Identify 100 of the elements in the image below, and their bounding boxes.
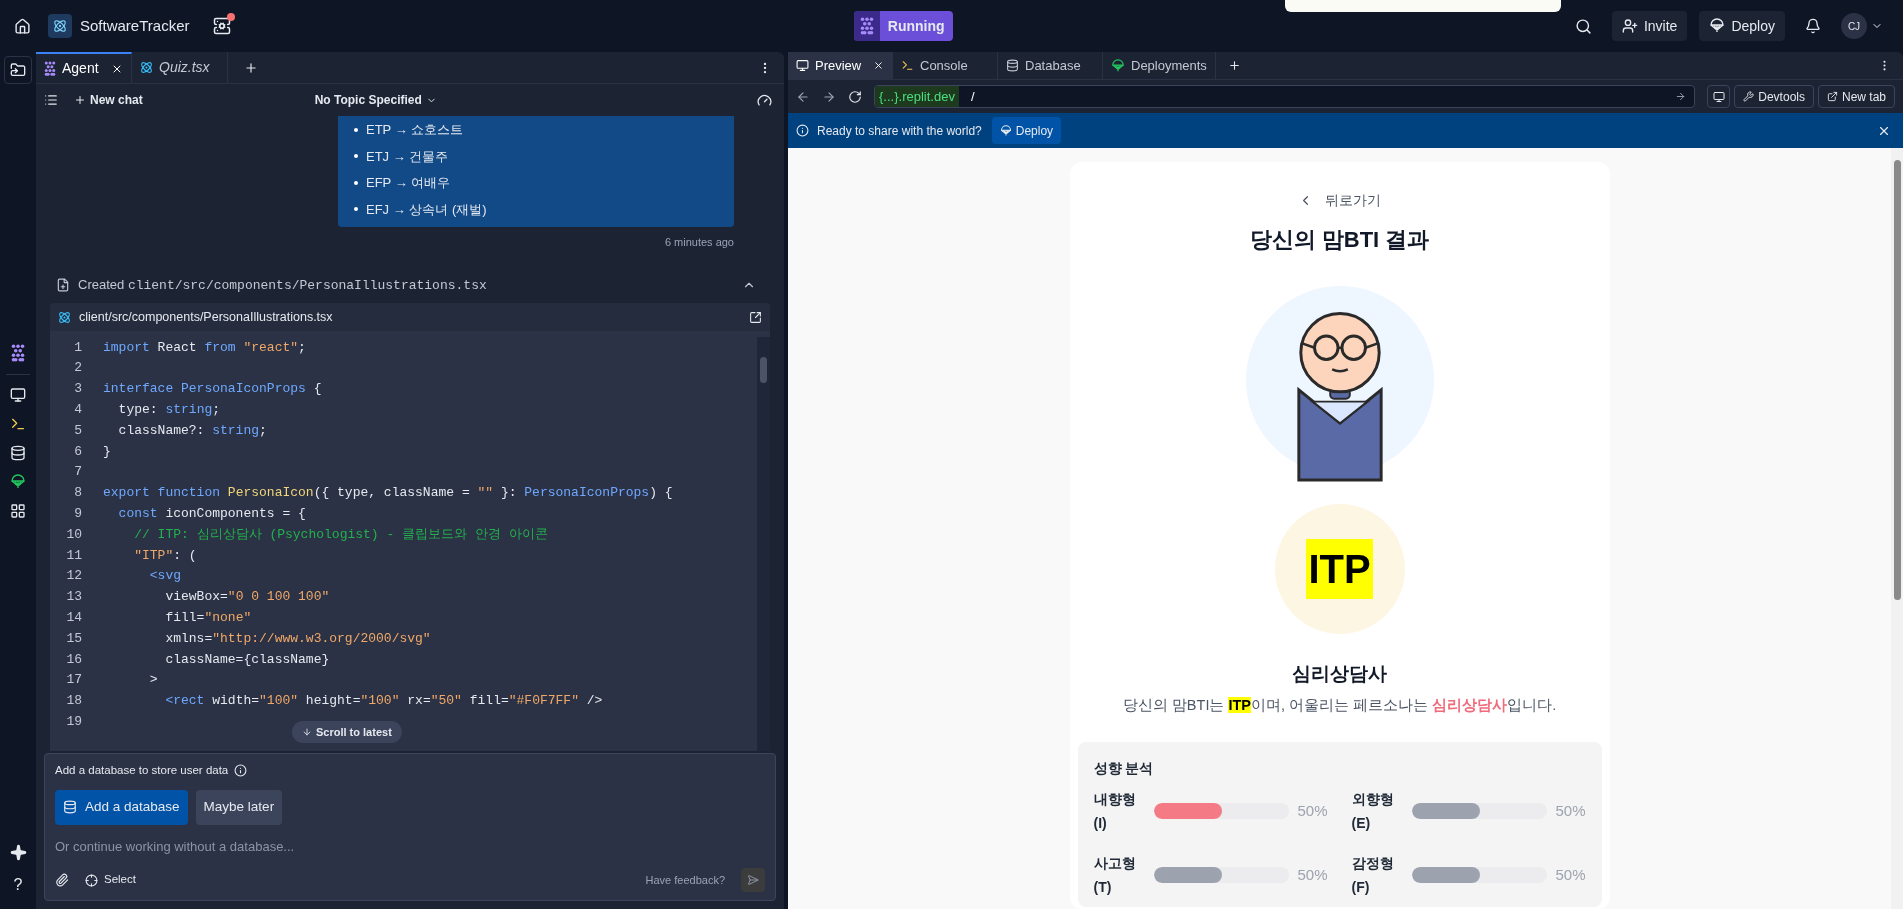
bullet-icon [354, 154, 358, 159]
sparkle-icon[interactable] [9, 844, 27, 861]
feedback-link[interactable]: Have feedback? [645, 871, 725, 889]
bullet-icon [354, 180, 358, 185]
database-icon [1006, 59, 1019, 72]
result-title: 당신의 맘BTI 결과 [1249, 226, 1430, 254]
send-icon [747, 874, 759, 886]
avatar[interactable]: CJ [1841, 13, 1867, 39]
chat-input[interactable]: Or continue working without a database... [55, 836, 765, 856]
maybe-later-button[interactable]: Maybe later [195, 789, 283, 825]
add-tab-icon[interactable] [244, 60, 258, 75]
add-database-button[interactable]: Add a database [55, 789, 188, 825]
editor-tab[interactable]: Agent [36, 52, 132, 83]
new-chat-button[interactable]: New chat [74, 91, 143, 109]
code-line: <rect width="100" height="100" rx="50" fill="#F0F7FF" /> [164, 692, 603, 711]
bullet-icon [354, 127, 358, 132]
atom-icon [140, 61, 153, 74]
parachute-icon [1111, 58, 1125, 73]
user-plus-icon [1621, 18, 1638, 34]
parachute-icon [10, 474, 26, 490]
devtools-button[interactable]: Devtools [1734, 85, 1814, 108]
banner-deploy-button[interactable]: Deploy [991, 117, 1062, 144]
gauge-icon[interactable] [757, 92, 772, 108]
server-icon[interactable] [213, 17, 232, 35]
back-link[interactable]: 뒤로가기 [1298, 190, 1381, 211]
code-line: className={className} [164, 650, 330, 669]
trait-percent: 50% [1555, 865, 1586, 885]
code-line: fill="none" [164, 609, 252, 627]
back-icon[interactable] [796, 89, 810, 104]
forward-icon[interactable] [822, 89, 836, 104]
code-line: <svg [148, 567, 181, 586]
type-code: ITP [1306, 539, 1373, 599]
open-external-icon[interactable] [749, 310, 762, 324]
files-button[interactable] [4, 56, 32, 84]
code-line: "ITP": ( [133, 546, 197, 565]
external-link-icon [1826, 91, 1838, 102]
device-button[interactable] [1707, 85, 1731, 108]
send-button[interactable] [741, 868, 765, 892]
line-number: 19 [65, 713, 83, 731]
close-icon[interactable] [873, 60, 884, 71]
line-number: 12 [65, 567, 83, 586]
line-number: 6 [73, 442, 83, 461]
trait-percent: 50% [1555, 801, 1586, 821]
paperclip-icon[interactable] [55, 873, 69, 887]
line-number: 1 [73, 338, 83, 357]
scroll-to-latest-button[interactable]: Scroll to latest [292, 721, 402, 743]
search-icon[interactable] [1574, 17, 1592, 35]
trait-label: 감정형 (F) [1351, 854, 1395, 898]
grid-icon[interactable] [10, 503, 26, 519]
reload-icon[interactable] [848, 89, 862, 104]
replit-logo-icon [859, 17, 874, 35]
trait-label: 사고형 (T) [1093, 854, 1137, 898]
deploy-button[interactable]: Deploy [1699, 11, 1785, 41]
info-icon [796, 124, 809, 137]
replit-logo-icon [44, 61, 56, 76]
panel-tab[interactable]: Deployments [1103, 52, 1216, 79]
terminal-icon [901, 59, 914, 72]
new-tab-button[interactable]: New tab [1817, 85, 1895, 108]
line-number: 9 [73, 505, 83, 523]
list-icon[interactable] [44, 93, 58, 107]
monitor-icon[interactable] [10, 387, 26, 403]
code-line: import React from "react"; [103, 338, 306, 357]
panel-tab[interactable]: Console [893, 52, 998, 79]
database-icon[interactable] [10, 445, 26, 461]
file-plus-icon [56, 277, 70, 292]
parachute-icon [1709, 18, 1726, 34]
terminal-icon[interactable] [10, 416, 26, 432]
list-item: ETP → 쇼호스트 [366, 121, 464, 139]
url-path: / [970, 87, 975, 106]
result-description: 당신의 맘BTI는 ITP이며, 어울리는 페르소나는 심리상담사입니다. [1122, 695, 1557, 715]
message-time: 6 minutes ago [664, 235, 734, 250]
folder-icon [10, 62, 26, 78]
invite-button[interactable]: Invite [1611, 11, 1688, 41]
trait-label: 내향형 (I) [1093, 790, 1137, 834]
bell-icon[interactable] [1805, 18, 1821, 34]
list-item: EFJ → 상속녀 (재벌) [366, 200, 487, 219]
line-number: 3 [73, 380, 83, 399]
database-icon [63, 800, 77, 814]
url-badge: {...}.replit.dev [875, 86, 959, 107]
line-number: 4 [73, 401, 83, 420]
code-line: viewBox="0 0 100 100" [164, 588, 330, 607]
scrollbar-thumb [760, 357, 767, 383]
select-button[interactable]: Select [85, 871, 136, 889]
plus-icon [74, 94, 86, 106]
help-glyph[interactable]: ? [13, 873, 23, 897]
created-label: Created client/src/components/PersonaIllustrations.tsx [78, 275, 487, 295]
wrench-icon [1743, 91, 1755, 102]
bullet-icon [354, 207, 358, 212]
url-field[interactable]: {...}.replit.dev / [874, 85, 1696, 108]
code-line: type: string; [117, 401, 221, 420]
add-tab-icon[interactable] [1227, 59, 1241, 72]
code-line: // ITP: 심리상담사 (Psychologist) - 클립보드와 안경 아이콘 [133, 525, 548, 544]
code-line: const iconComponents = { [117, 505, 306, 523]
code-file-name: client/src/components/PersonaIllustrations.tsx [79, 308, 333, 326]
code-line: } [103, 442, 111, 461]
panel-tab[interactable]: Preview [788, 52, 893, 79]
topic-dropdown[interactable]: No Topic Specified [314, 91, 437, 109]
line-number: 18 [65, 692, 83, 711]
code-line: xmlns="http://www.w3.org/2000/svg" [164, 629, 431, 648]
panel-tab[interactable]: Database [998, 52, 1103, 79]
